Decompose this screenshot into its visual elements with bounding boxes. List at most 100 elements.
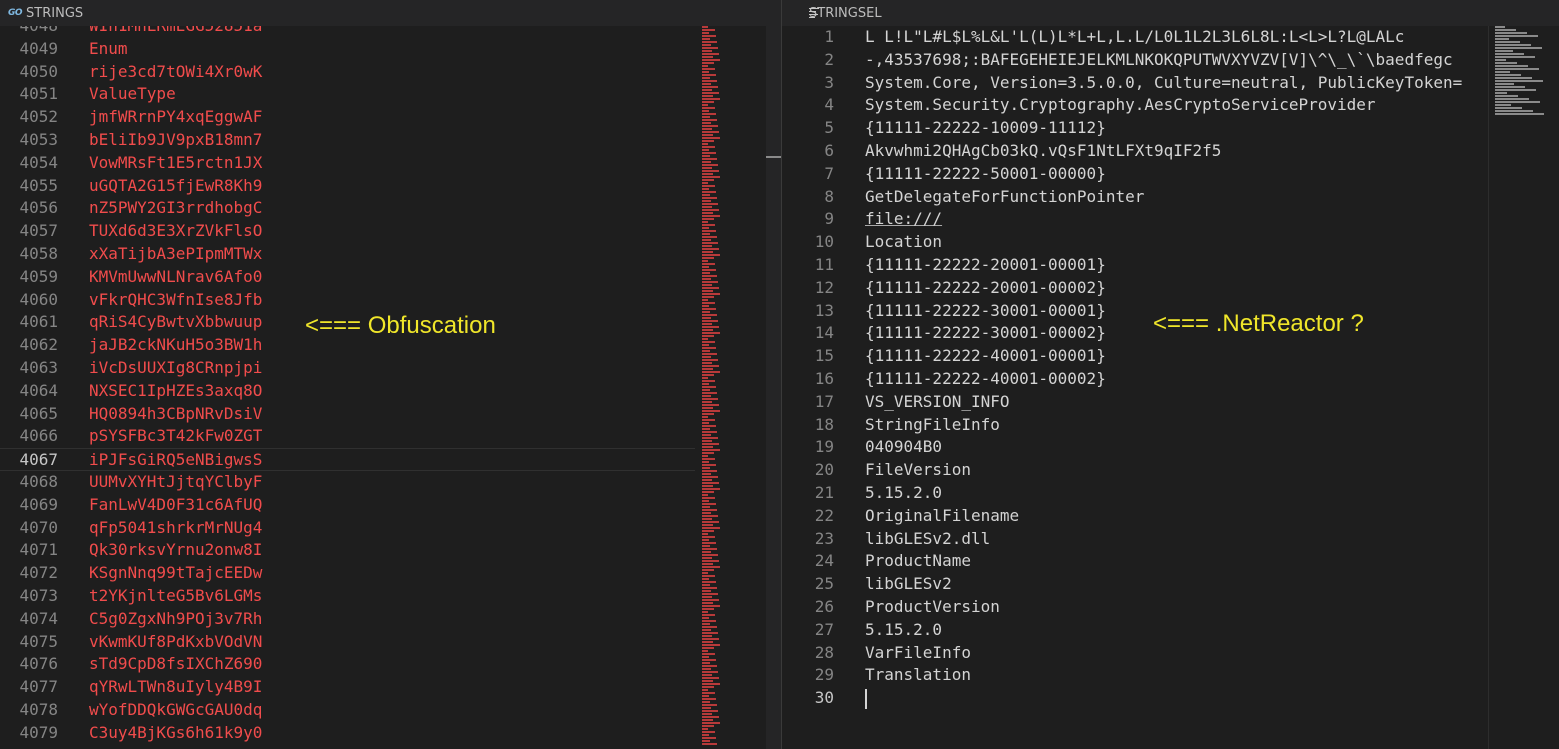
strings-line[interactable]: 4071 Qk30rksvYrnu2onw8I xyxy=(0,539,695,562)
text-file-icon xyxy=(809,8,819,18)
strings-line[interactable]: 4065 HQ0894h3CBpNRvDsiV xyxy=(0,403,695,426)
strings-line[interactable]: 4064 NXSEC1IpHZEs3axq8O xyxy=(0,380,695,403)
minimap-line xyxy=(702,197,717,199)
minimap-line xyxy=(702,734,709,736)
line-text: wYofDDQkGWGcGAU0dq xyxy=(89,699,263,719)
line-number: 4068 xyxy=(19,471,58,491)
minimap-line xyxy=(702,209,719,211)
strings-line[interactable]: 4051 ValueType xyxy=(0,83,695,106)
strings-line[interactable]: 4063 iVcDsUUXIg8CRnpjpi xyxy=(0,357,695,380)
strings-line[interactable]: 4054 VowMRsFt1E5rctn1JX xyxy=(0,152,695,175)
line-text: 040904B0 xyxy=(865,437,943,457)
stringsel-scrollbar[interactable] xyxy=(1488,26,1489,749)
stringsel-minimap[interactable] xyxy=(1495,26,1547,146)
strings-minimap[interactable] xyxy=(702,26,722,749)
minimap-line xyxy=(702,47,718,49)
strings-scrollbar[interactable] xyxy=(766,26,781,749)
minimap-line xyxy=(702,668,711,670)
line-text: nZ5PWY2GI3rrdhobgC xyxy=(89,198,263,218)
minimap-line xyxy=(702,332,720,334)
minimap-line xyxy=(702,416,708,418)
strings-line[interactable]: 4072 KSgnNnq99tTajcEEDw xyxy=(0,562,695,585)
minimap-line xyxy=(702,698,716,700)
minimap-line xyxy=(702,431,717,433)
strings-line[interactable]: 4078 wYofDDQkGWGcGAU0dq xyxy=(0,699,695,722)
text-cursor xyxy=(865,689,867,710)
strings-line[interactable]: 4049 Enum xyxy=(0,38,695,61)
tab-strings-label: STRINGS xyxy=(26,5,84,21)
tab-strings[interactable]: GO STRINGS xyxy=(8,0,83,26)
minimap-line xyxy=(702,653,715,655)
strings-editor-pane: 4048WIn1MhLRmEGG52851a4049Enum4050rije3c… xyxy=(0,0,781,749)
line-number: 4072 xyxy=(19,563,58,583)
minimap-line xyxy=(702,101,714,103)
minimap-line xyxy=(702,146,715,148)
minimap-line xyxy=(702,200,711,202)
minimap-line xyxy=(702,218,714,220)
minimap-line xyxy=(702,566,720,568)
strings-line[interactable]: 4060 vFkrQHC3WfnIse8Jfb xyxy=(0,289,695,312)
minimap-line xyxy=(702,590,711,592)
line-number: 2 xyxy=(824,49,834,69)
strings-line[interactable]: 4055 uGQTA2G15fjEwR8Kh9 xyxy=(0,175,695,198)
strings-line[interactable]: 4079 C3uy4BjKGs6h61k9y0 xyxy=(0,722,695,745)
minimap-line xyxy=(702,128,712,130)
line-text: qFp5041shrkrMrNUg4 xyxy=(89,517,263,537)
strings-line[interactable]: 4069 FanLwV4D0F31c6AfUQ xyxy=(0,494,695,517)
minimap-line xyxy=(702,110,709,112)
strings-line[interactable]: 4067 iPJFsGiRQ5eNBigwsS xyxy=(0,448,695,471)
minimap-line xyxy=(702,278,711,280)
minimap-line xyxy=(702,422,709,424)
line-text: GetDelegateForFunctionPointer xyxy=(865,186,1145,206)
strings-line[interactable]: 4068 UUMvXYHtJjtqYClbyF xyxy=(0,471,695,494)
minimap-line xyxy=(702,227,709,229)
minimap-line xyxy=(702,542,716,544)
line-text: UUMvXYHtJjtqYClbyF xyxy=(89,471,263,491)
strings-line[interactable]: 4066 pSYSFBc3T42kFw0ZGT xyxy=(0,425,695,448)
minimap-line xyxy=(702,347,716,349)
line-number: 12 xyxy=(814,277,834,297)
minimap-line xyxy=(702,107,715,109)
line-number: 13 xyxy=(814,300,834,320)
minimap-line xyxy=(1495,65,1528,67)
minimap-line xyxy=(702,584,710,586)
strings-line[interactable]: 4053 bEliIb9JV9pxB18mn7 xyxy=(0,129,695,152)
minimap-line xyxy=(702,119,717,121)
line-number: 11 xyxy=(814,254,834,274)
minimap-line xyxy=(702,194,710,196)
strings-line[interactable]: 4073 t2YKjnlteG5Bv6LGMs xyxy=(0,585,695,608)
strings-scrollbar-thumb[interactable] xyxy=(766,156,781,158)
minimap-line xyxy=(702,485,713,487)
strings-line[interactable]: 4077 qYRwLTWn8uIyly4B9I xyxy=(0,676,695,699)
strings-line[interactable]: 4050 rije3cd7tOWi4Xr0wK xyxy=(0,61,695,84)
minimap-line xyxy=(702,539,709,541)
tab-stringsel[interactable]: STRINGSEL xyxy=(809,0,882,26)
minimap-line xyxy=(702,251,713,253)
minimap-line xyxy=(702,695,709,697)
line-text: FanLwV4D0F31c6AfUQ xyxy=(89,494,263,514)
strings-line[interactable]: 4057 TUXd6d3E3XrZVkFlsO xyxy=(0,220,695,243)
minimap-line xyxy=(702,221,708,223)
strings-line[interactable]: 4075 vKwmKUf8PdKxbVOdVN xyxy=(0,631,695,654)
line-number: 25 xyxy=(814,574,834,594)
strings-line[interactable]: 4070 qFp5041shrkrMrNUg4 xyxy=(0,517,695,540)
strings-line[interactable]: 4074 C5g0ZgxNh9POj3v7Rh xyxy=(0,608,695,631)
minimap-line xyxy=(702,719,713,721)
minimap-line xyxy=(702,350,710,352)
minimap-line xyxy=(702,230,716,232)
minimap-line xyxy=(702,380,715,382)
strings-code-area[interactable]: 4048WIn1MhLRmEGG52851a4049Enum4050rije3c… xyxy=(0,15,695,745)
minimap-line xyxy=(702,446,713,448)
strings-line[interactable]: 4076 sTd9CpD8fsIXChZ690 xyxy=(0,653,695,676)
strings-tab-bar: GO STRINGS xyxy=(0,0,781,26)
line-text: NXSEC1IpHZEs3axq8O xyxy=(89,380,263,400)
strings-line[interactable]: 4056 nZ5PWY2GI3rrdhobgC xyxy=(0,197,695,220)
strings-line[interactable]: 4058 xXaTijbA3ePIpmMTWx xyxy=(0,243,695,266)
strings-line[interactable]: 4059 KMVmUwwNLNrav6Afo0 xyxy=(0,266,695,289)
minimap-line xyxy=(702,44,711,46)
minimap-line xyxy=(702,335,714,337)
line-number: 24 xyxy=(814,551,834,571)
strings-line[interactable]: 4052 jmfWRrnPY4xqEggwAF xyxy=(0,106,695,129)
go-file-icon: GO xyxy=(8,8,23,18)
line-text: xXaTijbA3ePIpmMTWx xyxy=(89,243,263,263)
